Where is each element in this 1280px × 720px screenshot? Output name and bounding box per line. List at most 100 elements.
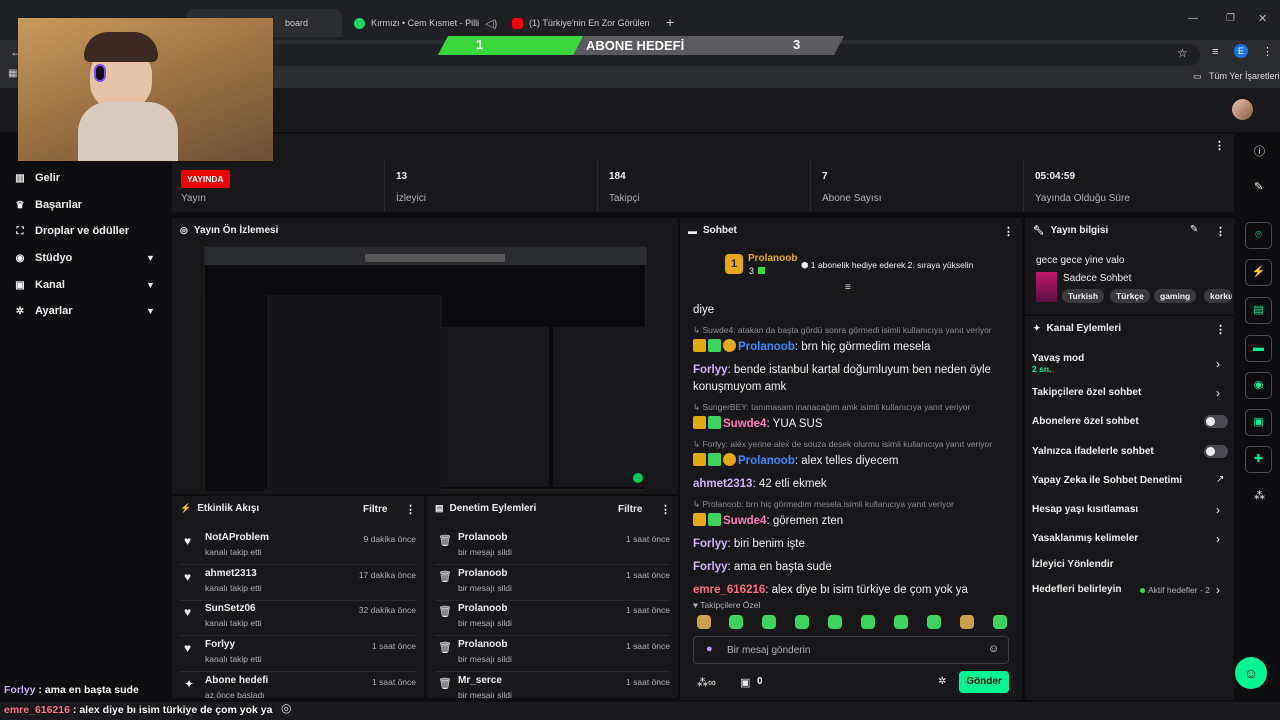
chat-username[interactable]: ahmet2313 [693, 478, 752, 490]
info-icon[interactable]: ⓘ [1254, 143, 1265, 159]
moderation-item[interactable]: 🗑︎ Mr_serce bir mesajı sildi 1 saat önce [427, 675, 678, 698]
community-icon[interactable]: ⁂∞ [697, 676, 716, 689]
chat-username[interactable]: Suwde4 [723, 418, 766, 430]
chat-input[interactable]: ● Bir mesaj gönderin ☺ [693, 636, 1009, 664]
emote-icon[interactable] [993, 615, 1007, 629]
channel-action-label[interactable]: Yapay Zeka ile Sohbet Denetimi [1032, 475, 1182, 486]
moderation-item[interactable]: 🗑︎ Prolanoob bir mesajı sildi 1 saat önce [427, 603, 678, 637]
emote-icon[interactable] [894, 615, 908, 629]
chat-username[interactable]: Prolanoob [738, 341, 795, 353]
speaker-icon[interactable]: ◁) [485, 17, 497, 30]
chat-username[interactable]: Forlyy [693, 538, 728, 550]
microphone-icon[interactable]: ● [706, 643, 713, 655]
channel-points-icon[interactable]: ▣ [740, 676, 750, 689]
media-icon[interactable]: ≡ [1212, 46, 1218, 58]
emote-icon[interactable] [729, 615, 743, 629]
moderation-item[interactable]: 🗑︎ Prolanoob bir mesajı sildi 1 saat önce [427, 639, 678, 673]
broadcast-icon[interactable]: ◉ [1245, 372, 1272, 399]
sidebar-item-studyo[interactable]: ◉ Stüdyo ▼ [14, 252, 164, 264]
chat-username[interactable]: Forlyy [693, 364, 728, 376]
channel-action-label[interactable]: Abonelere özel sohbet [1032, 416, 1139, 427]
sidebar-item-basarilar[interactable]: ♛ Başarılar [14, 199, 83, 211]
activity-item[interactable]: ♥ Forlyy kanalı takip etti 1 saat önce [172, 639, 424, 673]
moderation-item[interactable]: 🗑︎ Prolanoob bir mesajı sildi 1 saat önce [427, 532, 678, 565]
browser-tab[interactable]: (1) Türkiye'nin En Zor Görülen [502, 9, 658, 37]
help-chat-button[interactable]: ☺ [1235, 657, 1267, 689]
collapse-icon[interactable]: ≡ [845, 282, 851, 293]
emote-icon[interactable] [795, 615, 809, 629]
chevron-right-icon[interactable]: › [1216, 583, 1220, 597]
sidebar-item-droplar[interactable]: ⛶ Droplar ve ödüller [14, 225, 130, 237]
channel-action-label[interactable]: İzleyici Yönlendir [1032, 559, 1114, 570]
more-options-icon[interactable]: ⋮ [1215, 225, 1226, 238]
sidebar-item-gelir[interactable]: ▥ Gelir [14, 172, 60, 184]
emote-icon[interactable] [828, 615, 842, 629]
preview-video[interactable] [204, 246, 647, 491]
emote-icon[interactable] [927, 615, 941, 629]
chevron-right-icon[interactable]: › [1216, 503, 1220, 517]
stream-tag[interactable]: gaming [1154, 289, 1197, 303]
toggle-switch[interactable] [1204, 445, 1228, 458]
channel-action-label[interactable]: Yalnızca ifadelerle sohbet [1032, 446, 1154, 457]
filter-button[interactable]: Filtre [618, 504, 642, 515]
minimize-icon[interactable]: — [1188, 13, 1198, 24]
channel-action-label[interactable]: Takipçilere özel sohbet [1032, 387, 1141, 398]
chat-username[interactable]: Prolanoob [738, 455, 795, 467]
chat-username[interactable]: Suwde4 [723, 515, 766, 527]
wrench-icon[interactable]: ✚ [1245, 446, 1272, 473]
community-icon[interactable]: ⁂ [1254, 489, 1265, 502]
chat-settings-icon[interactable]: ✲ [938, 676, 946, 687]
emote-icon[interactable] [697, 615, 711, 629]
more-options-icon[interactable]: ⋮ [660, 503, 671, 516]
channel-action-label[interactable]: Hesap yaşı kısıtlaması [1032, 504, 1138, 515]
stream-tag[interactable]: korku [1204, 289, 1232, 303]
send-button[interactable]: Gönder [959, 671, 1009, 693]
chat-username[interactable]: emre_616216 [693, 584, 765, 596]
activity-item[interactable]: ♥ SunSetz06 kanalı takip etti 32 dakika önc… [172, 603, 424, 637]
chat-bubble-icon[interactable]: ▬ [1245, 335, 1272, 362]
card-icon[interactable]: ▣ [1245, 409, 1272, 436]
leaderboard-user[interactable]: Prolanoob [748, 253, 797, 264]
maximize-icon[interactable]: ❐ [1226, 13, 1235, 24]
category-name[interactable]: Sadece Sohbet [1063, 273, 1131, 284]
filter-button[interactable]: Filtre [363, 504, 387, 515]
more-options-icon[interactable]: ⋮ [1215, 323, 1226, 336]
channel-action-label[interactable]: Yasaklanmış kelimeler [1032, 533, 1138, 544]
edit-icon[interactable]: ✎ [1190, 224, 1198, 235]
lightning-icon[interactable]: ⚡ [1245, 259, 1272, 286]
external-link-icon[interactable]: ↗ [1216, 474, 1224, 485]
bookmark-star-icon[interactable]: ☆ [1177, 46, 1188, 60]
stream-tag[interactable]: Turkish [1062, 289, 1105, 303]
new-tab-icon[interactable]: + [666, 14, 674, 30]
more-options-icon[interactable]: ⋮ [1214, 139, 1225, 152]
activity-item[interactable]: ♥ NotAProblem kanalı takip etti 9 dakika ön… [172, 532, 424, 565]
activity-item[interactable]: ♥ ahmet2313 kanalı takip etti 17 dakika önc… [172, 568, 424, 601]
apps-icon[interactable]: ▦ [8, 68, 17, 79]
more-options-icon[interactable]: ⋮ [405, 503, 416, 516]
emote-picker-icon[interactable]: ☺ [988, 643, 999, 655]
emote-icon[interactable] [861, 615, 875, 629]
more-options-icon[interactable]: ⋮ [1003, 225, 1014, 238]
edit-icon[interactable]: ✎ [1254, 180, 1263, 193]
stream-tag[interactable]: Türkçe [1110, 289, 1150, 303]
browser-tab[interactable]: Kırmızı • Cem Kısmet - Pilli ◁) [344, 9, 500, 37]
channel-action-label[interactable]: Hedefleri belirleyin [1032, 584, 1121, 595]
note-icon[interactable]: ▤ [1245, 297, 1272, 324]
profile-avatar[interactable]: E [1234, 44, 1248, 58]
channel-action-label[interactable]: Yavaş mod [1032, 353, 1084, 364]
toggle-switch[interactable] [1204, 415, 1228, 428]
activity-item[interactable]: ✦ Abone hedefi az önce başladı 1 saat önce [172, 675, 424, 698]
moderation-item[interactable]: 🗑︎ Prolanoob bir mesajı sildi 1 saat önce [427, 568, 678, 601]
emote-icon[interactable] [960, 615, 974, 629]
all-bookmarks-link[interactable]: Tüm Yer İşaretleri [1209, 71, 1280, 81]
browser-menu-icon[interactable]: ⋮ [1262, 45, 1273, 58]
chevron-right-icon[interactable]: › [1216, 386, 1220, 400]
emote-icon[interactable] [762, 615, 776, 629]
chevron-right-icon[interactable]: › [1216, 357, 1220, 371]
close-window-icon[interactable]: ✕ [1258, 12, 1267, 25]
sidebar-item-ayarlar[interactable]: ✲ Ayarlar ▼ [14, 305, 164, 317]
chat-username[interactable]: Forlyy [693, 561, 728, 573]
clip-icon[interactable]: ⌾ [1245, 222, 1272, 249]
sidebar-item-kanal[interactable]: ▣ Kanal ▼ [14, 279, 164, 291]
chevron-right-icon[interactable]: › [1216, 532, 1220, 546]
